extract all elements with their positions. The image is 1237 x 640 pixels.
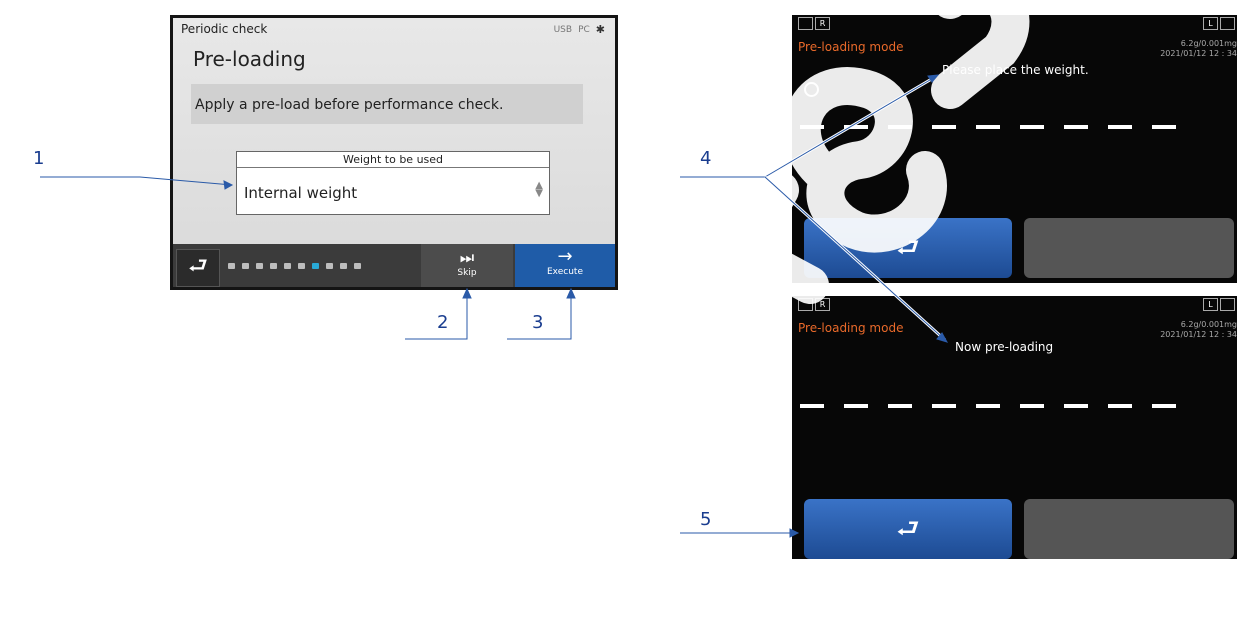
callout-2-line <box>405 291 468 340</box>
callout-1-line <box>40 176 233 186</box>
callout-4-line-b <box>764 176 946 341</box>
callout-3-arrow <box>566 287 576 299</box>
callout-1-arrow <box>223 180 234 190</box>
callout-5-arrow <box>789 528 800 538</box>
callout-4-line-a <box>764 76 936 178</box>
callout-lines <box>40 74 949 538</box>
callout-2-arrow <box>462 287 472 299</box>
callout-3-line <box>507 291 572 340</box>
